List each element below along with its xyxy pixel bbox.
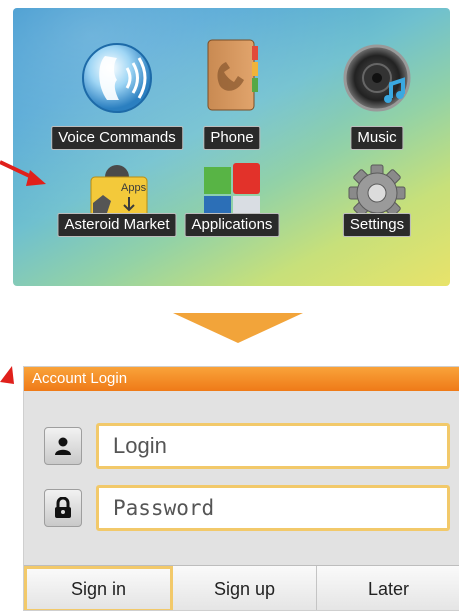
apps-badge-text: Apps	[121, 182, 147, 194]
account-login-dialog: Account Login Login Password Sign in Sig…	[23, 366, 459, 611]
password-input[interactable]: Password	[96, 485, 450, 531]
down-arrow-icon	[173, 313, 303, 343]
app-label: Phone	[203, 126, 261, 150]
speaker-music-icon	[337, 28, 417, 118]
pointer-arrow-icon	[0, 366, 14, 384]
app-label: Music	[350, 126, 404, 150]
user-icon	[44, 427, 82, 465]
login-input[interactable]: Login	[96, 423, 450, 469]
dialog-button-bar: Sign in Sign up Later	[24, 565, 459, 610]
phone-book-icon	[192, 28, 272, 118]
app-label: Applications	[184, 213, 280, 237]
pointer-arrow-icon	[0, 160, 46, 186]
voice-commands-icon	[77, 28, 157, 118]
lock-icon	[44, 489, 82, 527]
later-button[interactable]: Later	[317, 566, 459, 610]
app-settings[interactable]: Settings	[297, 155, 450, 275]
app-applications[interactable]: Applications	[152, 155, 312, 275]
password-row: Password	[44, 485, 450, 531]
home-screen: Voice Commands Phone Music Apps Asteroid…	[13, 8, 450, 286]
app-label: Settings	[342, 213, 412, 237]
login-row: Login	[44, 423, 450, 469]
dialog-title: Account Login	[24, 367, 459, 391]
app-music[interactable]: Music	[297, 28, 450, 150]
sign-up-button[interactable]: Sign up	[173, 566, 317, 610]
app-phone[interactable]: Phone	[152, 28, 312, 150]
sign-in-button[interactable]: Sign in	[24, 566, 173, 610]
